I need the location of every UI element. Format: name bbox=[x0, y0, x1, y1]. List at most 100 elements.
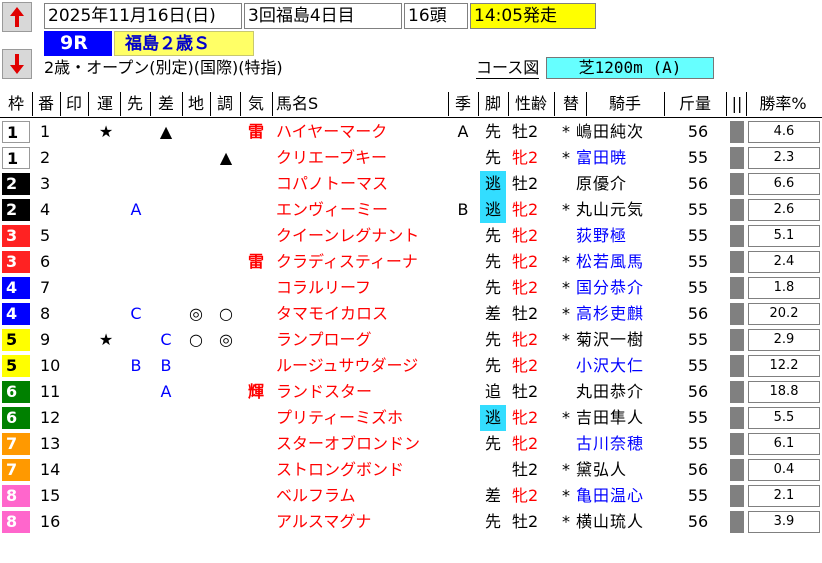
jockey-name[interactable]: 荻野極 bbox=[576, 223, 668, 249]
ground-mark: ◎ bbox=[189, 304, 203, 323]
jockey-name[interactable]: 嶋田純次 bbox=[576, 119, 668, 145]
sex-age: 牝2 bbox=[512, 278, 539, 297]
col-weight[interactable]: 斤量 bbox=[668, 90, 722, 117]
win-rate-value: 2.4 bbox=[748, 251, 820, 273]
table-row[interactable]: 4 8 C ◎ ○ タマモイカロス 差牡2 * 高杉吏麒 56 20.2 bbox=[0, 301, 822, 327]
col-running-style[interactable]: 脚 bbox=[480, 90, 506, 117]
table-row[interactable]: 4 7 コラルリーフ 先牝2 * 国分恭介 55 1.8 bbox=[0, 275, 822, 301]
win-rate-value: 12.2 bbox=[748, 355, 820, 377]
header-divider bbox=[0, 117, 822, 118]
jockey-name[interactable]: 黛弘人 bbox=[576, 457, 668, 483]
running-style: 先 bbox=[484, 122, 501, 141]
jockey-name[interactable]: 国分恭介 bbox=[576, 275, 668, 301]
jockey-change-mark bbox=[562, 223, 574, 249]
col-luck[interactable]: 運 bbox=[92, 90, 118, 117]
horse-name[interactable]: コラルリーフ bbox=[276, 275, 444, 301]
jockey-name[interactable]: 高杉吏麒 bbox=[576, 301, 668, 327]
col-horse-name[interactable]: 馬名S bbox=[276, 90, 346, 117]
horse-name[interactable]: エンヴィーミー bbox=[276, 197, 444, 223]
jockey-change-mark: * bbox=[562, 460, 570, 479]
col-mark[interactable]: 印 bbox=[62, 90, 86, 117]
jockey-name[interactable]: 亀田温心 bbox=[576, 483, 668, 509]
header-separator bbox=[88, 92, 89, 116]
win-rate-value: 5.5 bbox=[748, 407, 820, 429]
col-closer[interactable]: 差 bbox=[152, 90, 180, 117]
horse-name[interactable]: アルスマグナ bbox=[276, 509, 444, 535]
closer-mark: ▲ bbox=[159, 122, 173, 141]
separator-bar bbox=[730, 303, 744, 325]
col-jockey-change[interactable]: 替 bbox=[558, 90, 584, 117]
table-header: 枠 番 印 運 先 差 地 調 気 馬名S 季 脚 性齢 替 騎手 斤量 || … bbox=[0, 90, 822, 117]
condition-mark bbox=[212, 379, 240, 405]
horse-name[interactable]: ハイヤーマーク bbox=[276, 119, 444, 145]
col-ground[interactable]: 地 bbox=[184, 90, 208, 117]
table-row[interactable]: 7 14 ストロングボンド 牡2 * 黛弘人 56 0.4 bbox=[0, 457, 822, 483]
header-separator bbox=[240, 92, 241, 116]
col-number[interactable]: 番 bbox=[34, 90, 58, 117]
horse-name[interactable]: コパノトーマス bbox=[276, 171, 444, 197]
horse-name[interactable]: クイーンレグナント bbox=[276, 223, 444, 249]
jockey-name[interactable]: 吉田隼人 bbox=[576, 405, 668, 431]
horse-name[interactable]: クラディスティーナ bbox=[276, 249, 444, 275]
front-mark bbox=[122, 405, 150, 431]
table-row[interactable]: 8 16 アルスマグナ 先牡2 * 横山琉人 56 3.9 bbox=[0, 509, 822, 535]
horse-name[interactable]: プリティーミズホ bbox=[276, 405, 444, 431]
col-ki[interactable]: 気 bbox=[242, 90, 270, 117]
jockey-name[interactable]: 原優介 bbox=[576, 171, 668, 197]
table-row[interactable]: 1 1 ★ ▲ 雷ハイヤーマーク A 先牡2 * 嶋田純次 56 4.6 bbox=[0, 119, 822, 145]
jockey-name[interactable]: 松若風馬 bbox=[576, 249, 668, 275]
ground-mark bbox=[182, 171, 210, 197]
jockey-name[interactable]: 横山琉人 bbox=[576, 509, 668, 535]
col-jockey[interactable]: 騎手 bbox=[590, 90, 660, 117]
sex-age: 牡2 bbox=[512, 174, 539, 193]
horse-name[interactable]: ストロングボンド bbox=[276, 457, 444, 483]
ground-mark bbox=[182, 431, 210, 457]
horse-name[interactable]: スターオブロンドン bbox=[276, 431, 444, 457]
table-row[interactable]: 5 9 ★ C ○ ◎ ランプローグ 先牝2 * 菊沢一樹 55 2.9 bbox=[0, 327, 822, 353]
next-race-button[interactable] bbox=[2, 49, 32, 79]
horse-name[interactable]: ランドスター bbox=[276, 379, 444, 405]
horse-name[interactable]: ランプローグ bbox=[276, 327, 444, 353]
jockey-name[interactable]: 丸山元気 bbox=[576, 197, 668, 223]
horse-name[interactable]: クリエーブキー bbox=[276, 145, 444, 171]
race-number: 9R bbox=[44, 31, 112, 56]
jockey-name[interactable]: 古川奈穂 bbox=[576, 431, 668, 457]
table-row[interactable]: 2 3 コパノトーマス 逃牡2 原優介 56 6.6 bbox=[0, 171, 822, 197]
weight: 55 bbox=[687, 408, 709, 427]
table-row[interactable]: 2 4 A エンヴィーミー B 逃牝2 * 丸山元気 55 2.6 bbox=[0, 197, 822, 223]
table-row[interactable]: 7 13 スターオブロンドン 先牝2 古川奈穂 55 6.1 bbox=[0, 431, 822, 457]
jockey-name[interactable]: 丸田恭介 bbox=[576, 379, 668, 405]
table-row[interactable]: 6 12 プリティーミズホ 逃牝2 * 吉田隼人 55 5.5 bbox=[0, 405, 822, 431]
col-win-rate[interactable]: 勝率% bbox=[750, 90, 816, 117]
table-row[interactable]: 3 5 クイーンレグナント 先牝2 荻野極 55 5.1 bbox=[0, 223, 822, 249]
jockey-name[interactable]: 菊沢一樹 bbox=[576, 327, 668, 353]
running-style: 逃 bbox=[480, 197, 506, 223]
separator-bar bbox=[730, 407, 744, 429]
ground-mark bbox=[182, 119, 210, 145]
course-map-link[interactable]: コース図 bbox=[476, 58, 540, 79]
horse-name[interactable]: ベルフラム bbox=[276, 483, 444, 509]
col-sex-age[interactable]: 性齢 bbox=[510, 90, 552, 117]
separator-bar bbox=[730, 355, 744, 377]
table-row[interactable]: 8 15 ベルフラム 差牝2 * 亀田温心 55 2.1 bbox=[0, 483, 822, 509]
col-condition[interactable]: 調 bbox=[212, 90, 238, 117]
col-front[interactable]: 先 bbox=[122, 90, 148, 117]
horse-name[interactable]: タマモイカロス bbox=[276, 301, 444, 327]
season-grade bbox=[450, 223, 476, 249]
jockey-name[interactable]: 小沢大仁 bbox=[576, 353, 668, 379]
horse-name[interactable]: ルージュサウダージ bbox=[276, 353, 444, 379]
jockey-name[interactable]: 富田暁 bbox=[576, 145, 668, 171]
ground-mark bbox=[182, 197, 210, 223]
condition-mark bbox=[212, 171, 240, 197]
running-style: 追 bbox=[484, 382, 501, 401]
jockey-change-mark: * bbox=[562, 486, 570, 505]
table-row[interactable]: 1 2 ▲ クリエーブキー 先牝2 * 富田暁 55 2.3 bbox=[0, 145, 822, 171]
table-row[interactable]: 6 11 A 輝ランドスター 追牡2 丸田恭介 56 18.8 bbox=[0, 379, 822, 405]
table-row[interactable]: 5 10 B B ルージュサウダージ 先牝2 小沢大仁 55 12.2 bbox=[0, 353, 822, 379]
col-separator: || bbox=[731, 94, 743, 113]
table-row[interactable]: 3 6 雷クラディスティーナ 先牝2 * 松若風馬 55 2.4 bbox=[0, 249, 822, 275]
col-waku[interactable]: 枠 bbox=[2, 90, 30, 117]
horse-number: 4 bbox=[40, 200, 51, 219]
previous-race-button[interactable] bbox=[2, 2, 32, 32]
col-season[interactable]: 季 bbox=[450, 90, 476, 117]
